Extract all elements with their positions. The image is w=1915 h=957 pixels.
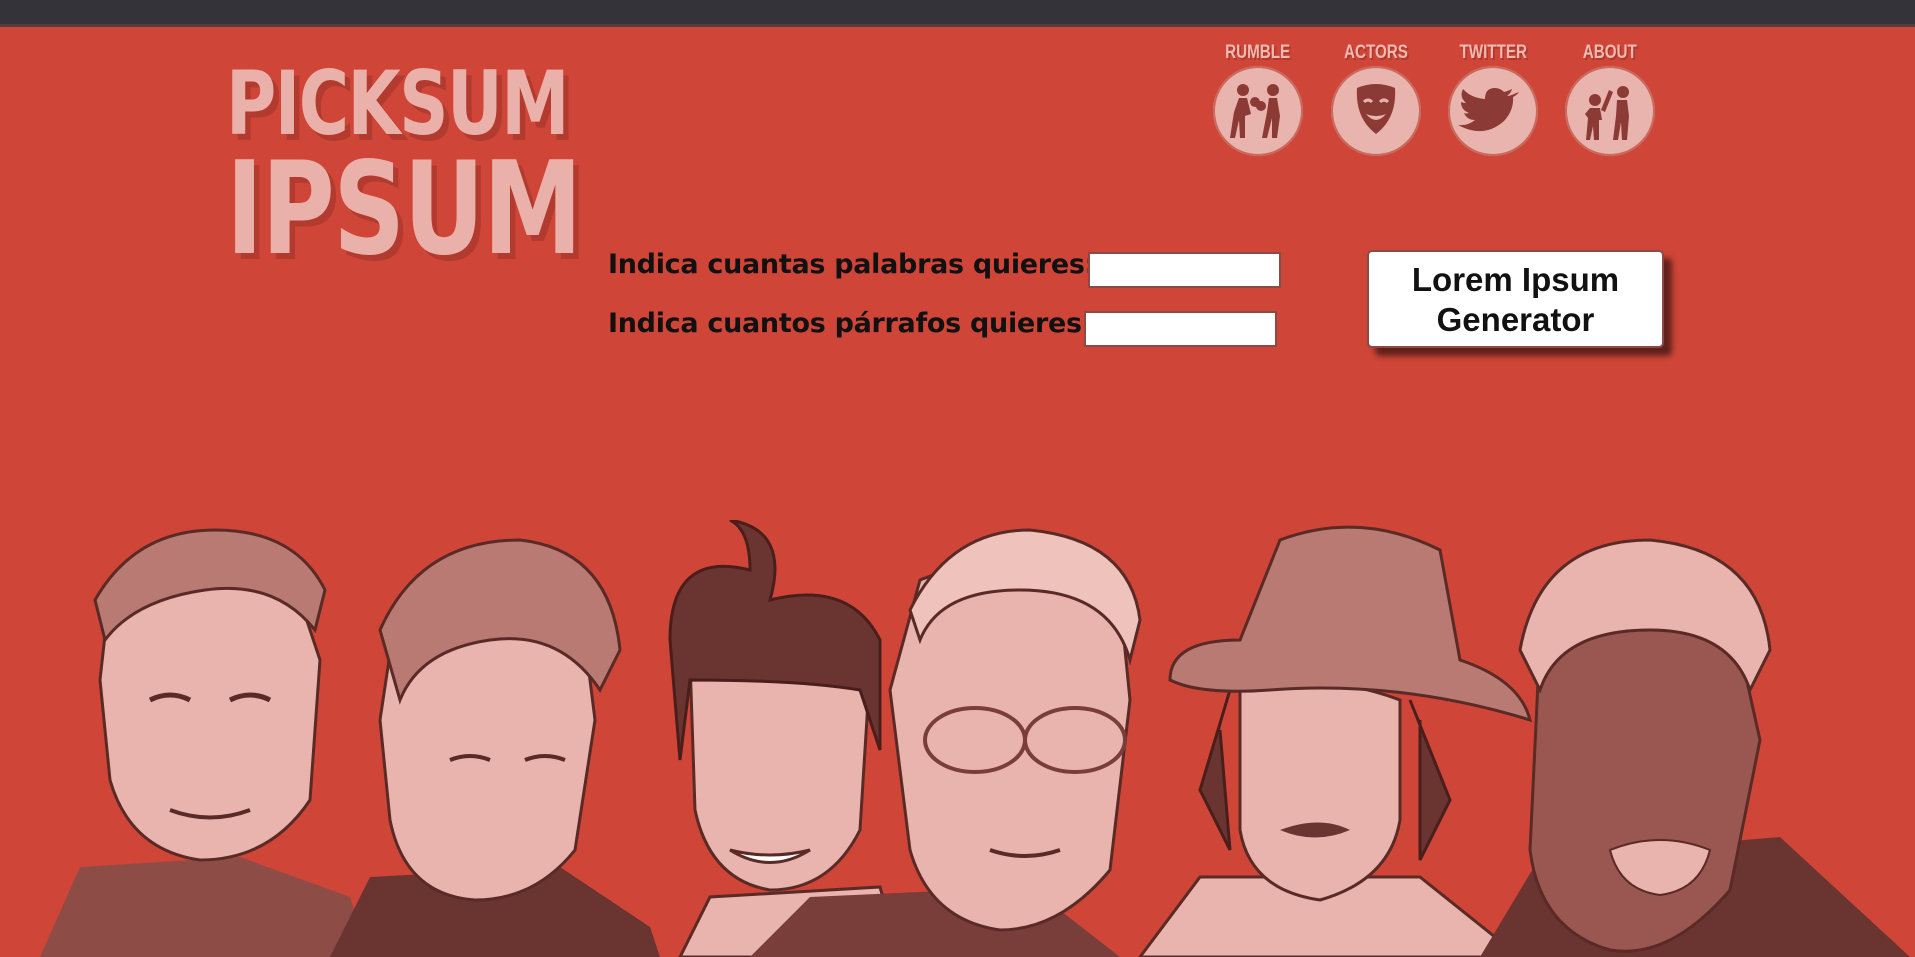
nav-item-rumble[interactable]: RUMBLE	[1212, 42, 1304, 156]
twitter-bird-icon[interactable]	[1448, 66, 1538, 156]
actors-illustration	[40, 520, 1910, 957]
nav-label: ABOUT	[1582, 42, 1638, 63]
main-nav: RUMBLE ACTORS TWITTER ABOUT	[1212, 42, 1682, 162]
actor-portrait-2	[330, 538, 660, 957]
nav-item-actors[interactable]: ACTORS	[1330, 42, 1422, 156]
nav-label: TWITTER	[1459, 42, 1527, 63]
nav-item-twitter[interactable]: TWITTER	[1447, 42, 1539, 156]
paragraphs-input[interactable]	[1084, 311, 1277, 347]
words-input[interactable]	[1088, 252, 1281, 288]
theatre-mask-icon[interactable]	[1331, 66, 1421, 156]
actor-portrait-5	[1138, 525, 1533, 957]
nav-item-about[interactable]: ABOUT	[1564, 42, 1656, 156]
browser-top-bar	[0, 0, 1915, 27]
actor-portrait-1	[40, 528, 370, 957]
words-label: Indica cuantas palabras quieres:	[608, 249, 1096, 280]
logo-line-2: IPSUM	[226, 135, 582, 284]
actor-portrait-3	[668, 520, 902, 957]
high-five-icon[interactable]	[1565, 66, 1655, 156]
nav-label: ACTORS	[1344, 42, 1408, 63]
actor-portrait-6	[1480, 538, 1910, 957]
nav-label: RUMBLE	[1225, 42, 1291, 63]
generate-button[interactable]: Lorem Ipsum Generator	[1367, 250, 1664, 348]
boxers-icon[interactable]	[1213, 66, 1303, 156]
paragraphs-label: Indica cuantos párrafos quieres:	[608, 308, 1093, 339]
site-logo[interactable]: PICKSUM IPSUM	[226, 60, 582, 284]
